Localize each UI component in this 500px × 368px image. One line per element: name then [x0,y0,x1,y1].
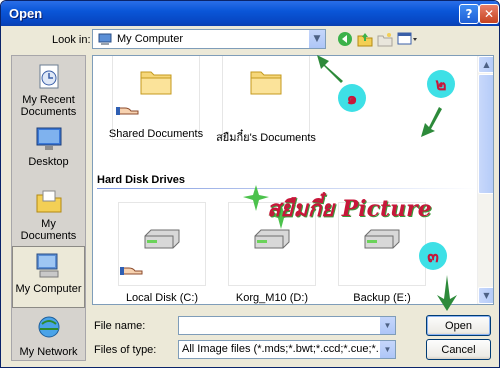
drive-item[interactable]: Local Disk (C:) [107,202,217,304]
chevron-down-icon[interactable]: ▼ [379,341,395,358]
file-name-label: File name: [94,320,146,332]
watermark-text: สยืมกี๋ย Picture [267,196,432,222]
places-item-label: Desktop [28,156,69,168]
file-type-value: All Image files (*.mds;*.bwt;*.ccd;*.cue… [182,343,396,355]
scroll-up-icon[interactable]: ▲ [478,56,493,73]
folder-item[interactable]: สยืมกี๋ย's Documents [211,56,321,146]
new-folder-icon[interactable] [377,31,393,47]
annotation-number-2: ๒ [427,70,455,98]
places-item-label: My Network [19,346,78,358]
file-type-label: Files of type: [94,344,157,356]
back-icon[interactable] [337,31,353,47]
places-item-my-documents[interactable]: My Documents [12,182,85,244]
folder-icon [250,71,282,95]
places-item-desktop[interactable]: Desktop [12,120,85,182]
hard-disk-icon [364,229,400,249]
section-header: Hard Disk Drives [97,174,186,186]
my-computer-icon [98,33,112,49]
places-bar: My Recent Documents Desktop My Documents [11,55,86,361]
recent-documents-icon [39,64,58,89]
help-button[interactable]: ? [459,4,479,24]
drive-label: Korg_M10 (D:) [235,292,309,304]
open-button[interactable]: Open [426,315,491,336]
vertical-scrollbar[interactable]: ▲ ▼ [477,56,493,304]
my-network-icon [38,316,59,338]
window-title: Open [9,6,43,21]
places-item-my-computer[interactable]: My Computer [12,246,85,308]
chevron-down-icon[interactable]: ▼ [379,317,395,334]
scroll-down-icon[interactable]: ▼ [478,287,493,304]
look-in-value: My Computer [117,33,184,45]
places-item-my-network[interactable]: My Network [12,310,85,367]
hard-disk-icon [144,229,180,249]
my-documents-icon [36,190,61,213]
folder-item[interactable]: Shared Documents [101,56,211,146]
open-dialog: Open ? ✕ Look in: My Computer ▼ My Recen… [0,0,500,368]
folder-label: Shared Documents [108,128,204,140]
title-bar[interactable]: Open ? ✕ [1,1,499,26]
places-item-label: My Documents [20,218,77,242]
annotation-arrow-icon [437,275,457,311]
places-item-label: My Computer [15,283,82,295]
annotation-arrow-icon [317,55,343,83]
places-item-recent-documents[interactable]: My Recent Documents [12,58,85,120]
shared-hand-icon [116,107,139,115]
folder-label: สยืมกี๋ย's Documents [216,132,316,144]
drive-label: Local Disk (C:) [125,292,199,304]
drive-label: Backup (E:) [353,292,411,304]
chevron-down-icon[interactable]: ▼ [308,30,325,48]
desktop-icon [36,127,61,150]
look-in-dropdown[interactable]: My Computer ▼ [92,29,326,49]
my-computer-icon [36,253,58,278]
up-folder-icon[interactable] [357,31,373,47]
close-icon: ✕ [483,7,495,21]
shared-hand-icon [120,267,143,275]
close-button[interactable]: ✕ [479,4,499,24]
cancel-button[interactable]: Cancel [426,339,491,360]
places-item-label: My Recent Documents [20,94,77,118]
annotation-number-3: ๓ [419,242,447,270]
annotation-number-1: ๑ [338,84,366,112]
file-name-field[interactable]: ▼ [178,316,396,335]
help-icon: ? [465,7,473,21]
folder-icon [140,71,172,95]
scroll-thumb[interactable] [478,74,493,194]
file-type-select[interactable]: All Image files (*.mds;*.bwt;*.ccd;*.cue… [178,340,396,359]
look-in-label: Look in: [52,34,91,46]
views-menu-icon[interactable] [397,31,419,47]
annotation-arrow-icon [421,107,442,137]
